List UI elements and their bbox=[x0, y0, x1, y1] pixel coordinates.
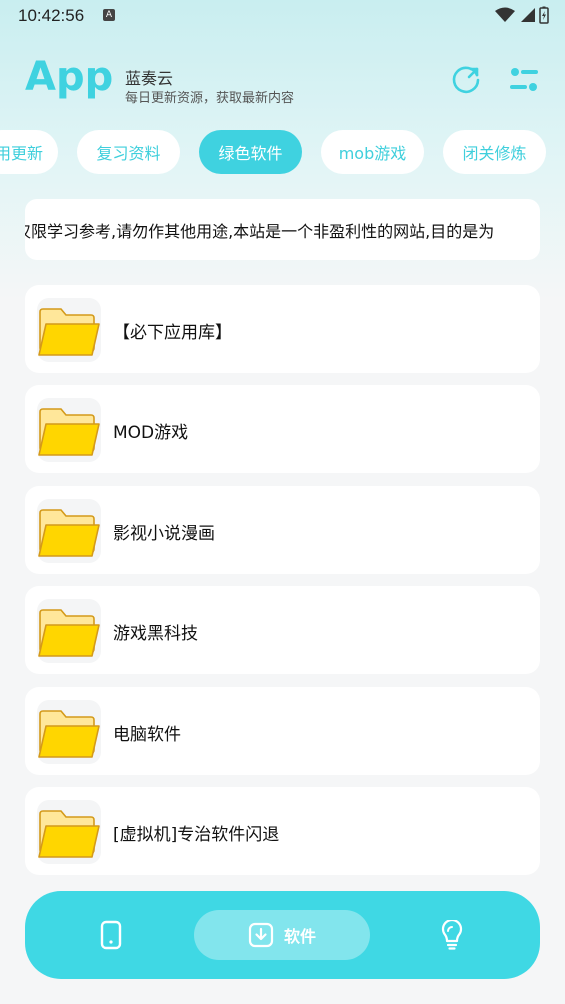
battery-icon bbox=[539, 6, 549, 24]
system-icons bbox=[495, 5, 549, 25]
nav-software-label: 软件 bbox=[283, 927, 316, 946]
notification-icon: A bbox=[103, 9, 115, 21]
folder-icon bbox=[37, 800, 101, 864]
tab-retreat[interactable]: 闭关修炼 bbox=[443, 130, 546, 174]
app-logo: App bbox=[25, 54, 114, 100]
tab-label: mob游戏 bbox=[338, 144, 407, 163]
folder-item[interactable]: 游戏黑科技 bbox=[25, 586, 540, 674]
refresh-icon bbox=[452, 66, 480, 94]
phone-icon bbox=[100, 920, 122, 950]
signal-icon bbox=[521, 8, 535, 22]
tab-study-materials[interactable]: 复习资料 bbox=[77, 130, 180, 174]
tab-updates[interactable]: 用更新 bbox=[0, 130, 58, 174]
tab-label: 闭关修炼 bbox=[462, 144, 527, 163]
folder-label: 影视小说漫画 bbox=[113, 524, 215, 544]
clock: 10:42:56 bbox=[18, 6, 85, 25]
tab-mob-games[interactable]: mob游戏 bbox=[321, 130, 424, 174]
lightbulb-icon bbox=[441, 920, 463, 950]
site-subtitle: 每日更新资源，获取最新内容 bbox=[125, 91, 295, 106]
download-icon bbox=[248, 922, 274, 948]
folder-label: 【必下应用库】 bbox=[113, 323, 232, 343]
folder-item[interactable]: 影视小说漫画 bbox=[25, 486, 540, 574]
bottom-navigation: 软件 bbox=[25, 891, 540, 979]
tab-label: 绿色软件 bbox=[218, 144, 283, 163]
refresh-button[interactable] bbox=[450, 64, 482, 96]
folder-label: 游戏黑科技 bbox=[113, 624, 198, 644]
nav-ideas-button[interactable] bbox=[425, 891, 479, 979]
folder-label: MOD游戏 bbox=[113, 423, 189, 443]
folder-icon bbox=[37, 398, 101, 462]
folder-label: 电脑软件 bbox=[113, 725, 181, 745]
folder-icon bbox=[37, 499, 101, 563]
notice-text: 仅限学习参考,请勿作其他用途,本站是一个非盈利性的网站,目的是为 bbox=[25, 222, 495, 241]
folder-icon bbox=[37, 599, 101, 663]
nav-software-button[interactable]: 软件 bbox=[194, 910, 370, 960]
folder-item[interactable]: MOD游戏 bbox=[25, 385, 540, 473]
nav-phone-button[interactable] bbox=[85, 891, 137, 979]
tab-green-software[interactable]: 绿色软件 bbox=[199, 130, 302, 174]
folder-item[interactable]: 电脑软件 bbox=[25, 687, 540, 775]
wifi-icon bbox=[495, 7, 515, 22]
folder-label: [虚拟机]专治软件闪退 bbox=[113, 825, 280, 845]
settings-sliders-icon bbox=[510, 68, 538, 91]
site-name: 蓝奏云 bbox=[125, 69, 174, 88]
notice-banner: 仅限学习参考,请勿作其他用途,本站是一个非盈利性的网站,目的是为 bbox=[25, 199, 540, 260]
folder-icon bbox=[37, 700, 101, 764]
tab-label: 复习资料 bbox=[96, 144, 161, 163]
folder-item[interactable]: 【必下应用库】 bbox=[25, 285, 540, 373]
folder-icon bbox=[37, 298, 101, 362]
folder-item[interactable]: [虚拟机]专治软件闪退 bbox=[25, 787, 540, 875]
tab-label: 用更新 bbox=[0, 144, 43, 163]
settings-button[interactable] bbox=[508, 64, 540, 96]
category-tabs: 用更新 复习资料 绿色软件 mob游戏 闭关修炼 bbox=[0, 130, 565, 176]
status-bar: 10:42:56 A bbox=[0, 0, 565, 32]
